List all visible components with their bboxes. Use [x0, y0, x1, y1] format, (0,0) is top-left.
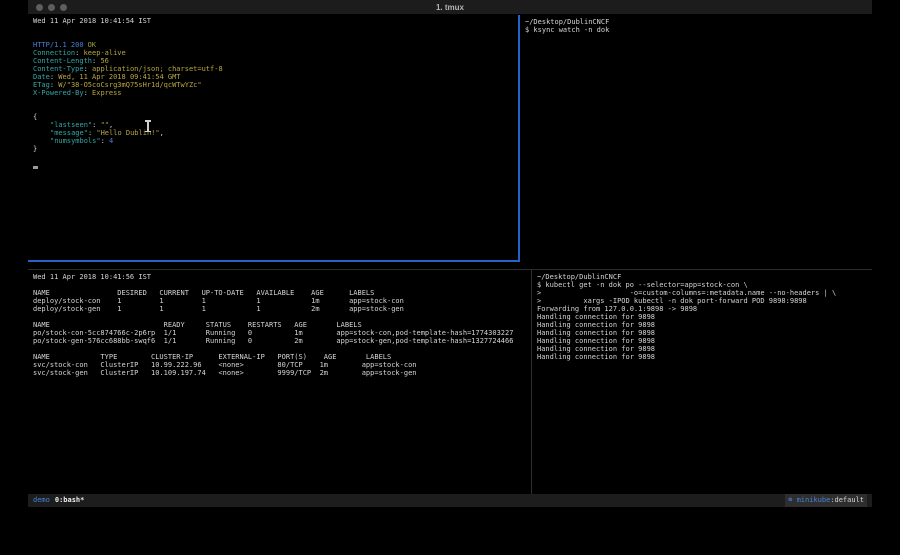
window-tab-bash[interactable]: 0:bash* [55, 496, 85, 504]
session-name: demo [33, 496, 50, 504]
http-status-code: HTTP/1.1 200 [33, 41, 84, 49]
http-header-content-type: Content-Type: application/json; charset=… [33, 65, 518, 73]
tmux-status-bar: demo 0:bash* ☸ minikube:default [28, 494, 872, 507]
kubernetes-wheel-icon: ☸ [788, 496, 796, 504]
kube-namespace: :default [830, 496, 864, 504]
port-forward-output: ~/Desktop/DublinCNCF $ kubectl get -n do… [532, 270, 872, 361]
close-button-icon[interactable] [36, 4, 43, 11]
json-field-message: "message": "Hello Dublin!", [33, 129, 518, 137]
blank-line [33, 105, 518, 113]
zoom-button-icon[interactable] [60, 4, 67, 11]
http-status-line: HTTP/1.1 200 OK [33, 41, 518, 49]
window-titlebar[interactable]: 1. tmux [28, 0, 872, 15]
terminal-window: 1. tmux Wed 11 Apr 2018 10:41:54 IST HTT… [28, 0, 872, 508]
pane-http-response[interactable]: Wed 11 Apr 2018 10:41:54 IST HTTP/1.1 20… [28, 15, 520, 262]
http-header-date: Date: Wed, 11 Apr 2018 09:41:54 GMT [33, 73, 518, 81]
kube-context: minikube [797, 496, 831, 504]
watch-timestamp: Wed 11 Apr 2018 10:41:54 IST [33, 17, 518, 25]
status-left: demo 0:bash* [33, 494, 84, 507]
pane-port-forward[interactable]: ~/Desktop/DublinCNCF $ kubectl get -n do… [532, 270, 872, 494]
status-right: ☸ minikube:default [785, 494, 867, 507]
kubectl-get-output: Wed 11 Apr 2018 10:41:56 IST NAME DESIRE… [28, 270, 531, 377]
json-open-brace: { [33, 113, 518, 121]
blank-line [33, 97, 518, 105]
json-field-lastseen: "lastseen": "", [33, 121, 518, 129]
window-title: 1. tmux [28, 0, 872, 15]
json-field-numsymbols: "numsymbols": 4 [33, 137, 518, 145]
http-status-reason: OK [88, 41, 96, 49]
blank-line [33, 33, 518, 41]
minimize-button-icon[interactable] [48, 4, 55, 11]
mouse-ibeam-cursor-icon [147, 121, 149, 131]
http-header-x-powered-by: X-Powered-By: Express [33, 89, 518, 97]
terminal-cursor [33, 166, 38, 169]
http-header-connection: Connection: keep-alive [33, 49, 518, 57]
pane-ksync[interactable]: ~/Desktop/DublinCNCF $ ksync watch -n do… [520, 15, 872, 269]
http-header-etag: ETag: W/"38-O5coCsrg3mQ75sHr1d/qcWTwYZc" [33, 81, 518, 89]
traffic-lights [36, 4, 67, 11]
http-header-content-length: Content-Length: 56 [33, 57, 518, 65]
ksync-output: ~/Desktop/DublinCNCF $ ksync watch -n do… [520, 15, 872, 34]
pane-kubectl-resources[interactable]: Wed 11 Apr 2018 10:41:56 IST NAME DESIRE… [28, 270, 531, 494]
blank-line [33, 25, 518, 33]
json-close-brace: } [33, 145, 518, 153]
